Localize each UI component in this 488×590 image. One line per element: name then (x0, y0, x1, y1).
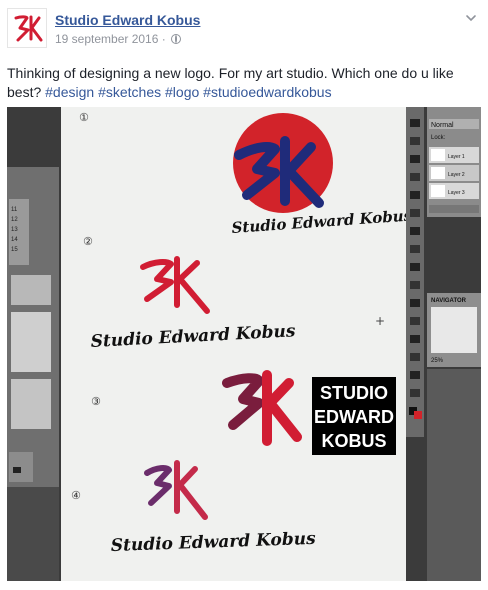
left-panel-number: 15 (11, 247, 18, 253)
option-number-4: ④ (71, 489, 81, 502)
layer-name: Layer 3 (448, 190, 465, 196)
navigator-title: NAVIGATOR (431, 298, 467, 304)
meta-separator: · (161, 32, 166, 46)
post-date[interactable]: 19 september 2016 (55, 32, 158, 46)
post-header: Studio Edward Kobus 19 september 2016 · (7, 8, 481, 48)
ek-logo-icon (14, 15, 43, 42)
chevron-down-icon[interactable] (465, 12, 477, 24)
lock-label: Lock: (431, 135, 446, 141)
studio-box-line: EDWARD (314, 407, 394, 427)
blend-mode: Normal (431, 122, 454, 129)
hashtag-link[interactable]: #sketches (98, 84, 161, 100)
crosshair-cursor: + (375, 314, 385, 328)
post-caption: Thinking of designing a new logo. For my… (7, 64, 481, 102)
page-avatar[interactable] (7, 8, 47, 48)
globe-icon (171, 34, 182, 44)
studio-box-line: STUDIO (320, 383, 388, 403)
hashtag-link[interactable]: #logo (165, 84, 199, 100)
left-panel-number: 13 (11, 227, 18, 233)
option-number-3: ③ (91, 395, 101, 408)
left-panel-number: 12 (11, 217, 18, 223)
studio-box-line: KOBUS (321, 431, 386, 451)
left-panel-number: 11 (11, 207, 18, 213)
option-number-2: ② (83, 235, 93, 248)
hashtag-link[interactable]: #design (45, 84, 94, 100)
post-meta: 19 september 2016 · (55, 32, 182, 46)
hashtag-link[interactable]: #studioedwardkobus (203, 84, 331, 100)
left-panel-number: 14 (11, 237, 18, 243)
layer-name: Layer 1 (448, 154, 465, 160)
page-name-link[interactable]: Studio Edward Kobus (55, 12, 200, 28)
post-photo[interactable]: 11 12 13 14 15 ① Studio Edward Kobus ② S… (7, 107, 481, 581)
layer-name: Layer 2 (448, 172, 465, 178)
option-number-1: ① (79, 111, 89, 124)
navigator-zoom: 25% (431, 358, 444, 364)
monitor-photo: 11 12 13 14 15 ① Studio Edward Kobus ② S… (7, 107, 481, 581)
facebook-post: Studio Edward Kobus 19 september 2016 · … (0, 0, 488, 590)
